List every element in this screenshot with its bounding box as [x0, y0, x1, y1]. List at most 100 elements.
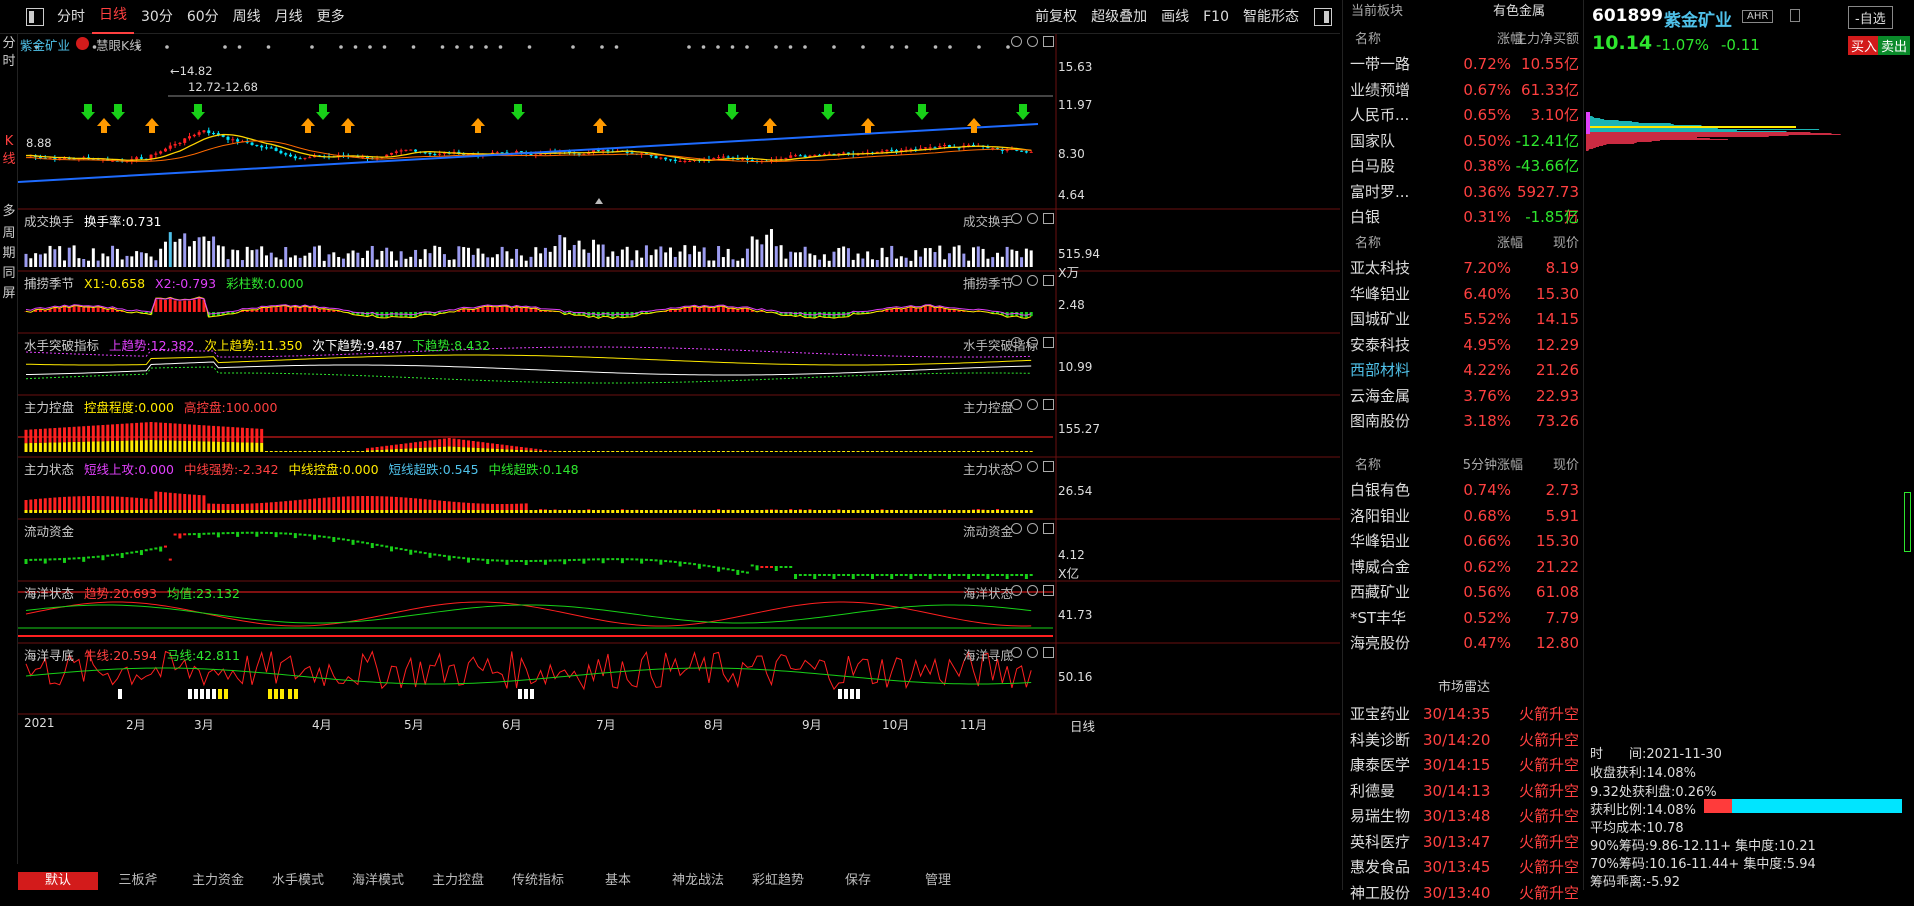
lock-icon[interactable] [1790, 9, 1800, 22]
bottom-tab-9[interactable]: 彩虹趋势 [738, 872, 818, 890]
left-nav-char-7[interactable]: 同 [0, 264, 18, 284]
toolbar-right-3[interactable]: F10 [1196, 0, 1236, 34]
fivemin-row-row[interactable]: 洛阳钼业0.68%5.91 [1343, 504, 1585, 529]
toolbar-right-2[interactable]: 画线 [1154, 0, 1196, 34]
radar-row-val2: 30/14:20 [1423, 728, 1513, 753]
fivemin-header: 名称5分钟涨幅现价 [1343, 454, 1585, 478]
sell-signal-icon [514, 104, 522, 112]
radar-row-row[interactable]: 科美诊断30/14:20火箭升空 [1343, 728, 1585, 753]
sidebar-toggle-icon[interactable] [26, 8, 44, 26]
left-nav-char-5[interactable]: 周 [0, 224, 18, 244]
bottom-tab-6[interactable]: 传统指标 [498, 872, 578, 890]
leader-row-row[interactable]: 华峰铝业6.40%15.30 [1343, 282, 1585, 307]
bottom-tab-8[interactable]: 神龙战法 [658, 872, 738, 890]
leader-row-row[interactable]: 西部材料4.22%21.26 [1343, 358, 1585, 383]
fivemin-row-name: 海亮股份 [1350, 631, 1410, 656]
period-tab-1[interactable]: 日线 [92, 0, 134, 34]
bottom-tab-11[interactable]: 管理 [898, 872, 978, 890]
chip-bar [1586, 133, 1832, 134]
fivemin-row-row[interactable]: 海亮股份0.47%12.80 [1343, 631, 1585, 656]
buy-signal-arrow [97, 118, 111, 126]
candle-body [438, 154, 441, 155]
radar-row-row[interactable]: 易瑞生物30/13:48火箭升空 [1343, 804, 1585, 829]
period-tab-6[interactable]: 更多 [310, 0, 352, 34]
sector-row-row[interactable]: 白马股0.38%-43.66亿 [1343, 154, 1585, 179]
leader-row-row[interactable]: 国城矿业5.52%14.15 [1343, 307, 1585, 332]
leader-row-name: 华峰铝业 [1350, 282, 1410, 307]
candle-body [688, 161, 691, 162]
leader-row-row[interactable]: 云海金属3.76%22.93 [1343, 384, 1585, 409]
sector-header-right[interactable]: 有色金属 [1493, 0, 1545, 24]
radar-row-row[interactable]: 康泰医学30/14:15火箭升空 [1343, 753, 1585, 778]
period-tab-0[interactable]: 分时 [50, 0, 92, 34]
scroll-handle[interactable] [1904, 492, 1911, 552]
radar-row-row[interactable]: 神工股份30/13:40火箭升空 [1343, 881, 1585, 906]
bottom-tab-2[interactable]: 主力资金 [178, 872, 258, 890]
buy-signal-arrow [301, 118, 315, 126]
sector-row-row[interactable]: 国家队0.50%-12.41亿 [1343, 129, 1585, 154]
radar-row-val2: 30/13:45 [1423, 855, 1513, 880]
fivemin-row-row[interactable]: 博威合金0.62%21.22 [1343, 555, 1585, 580]
sector-row-val2: 0.50% [1455, 129, 1511, 154]
sector-row-row[interactable]: 一带一路0.72%10.55亿 [1343, 52, 1585, 77]
candle-body [169, 146, 172, 149]
fivemin-row-row[interactable]: 白银有色0.74%2.73 [1343, 478, 1585, 503]
sell-button[interactable]: 卖出 [1878, 36, 1910, 55]
period-tab-4[interactable]: 周线 [226, 0, 268, 34]
toolbar-right-0[interactable]: 前复权 [1028, 0, 1084, 34]
radar-row-row[interactable]: 英科医疗30/13:47火箭升空 [1343, 830, 1585, 855]
candle-body [1020, 151, 1023, 152]
toolbar-right-1[interactable]: 超级叠加 [1084, 0, 1154, 34]
left-nav-char-0[interactable]: 分 [0, 34, 18, 54]
leader-row-row[interactable]: 亚太科技7.20%8.19 [1343, 256, 1585, 281]
candle-body [606, 150, 609, 151]
candle-body [284, 153, 287, 154]
change-amount: -0.11 [1721, 36, 1760, 54]
left-nav-char-8[interactable]: 屏 [0, 284, 18, 304]
ma-mid-line [26, 141, 1031, 162]
bottom-tab-10[interactable]: 保存 [818, 872, 898, 890]
add-watchlist-button[interactable]: -自选 [1848, 6, 1893, 29]
bottom-tab-5[interactable]: 主力控盘 [418, 872, 498, 890]
fivemin-row-row[interactable]: 华峰铝业0.66%15.30 [1343, 529, 1585, 554]
sector-row-row[interactable]: 白银0.31%-1.85亿 [1343, 205, 1585, 230]
left-nav-char-1[interactable]: 时 [0, 52, 18, 72]
chip-bar [1586, 138, 1710, 139]
chip-bar [1586, 134, 1841, 135]
sector-row-row[interactable]: 业绩预增0.67%61.33亿 [1343, 78, 1585, 103]
candle-body [154, 154, 157, 155]
bottom-tab-0[interactable]: 默认 [18, 872, 98, 890]
radar-row-row[interactable]: 亚宝药业30/14:35火箭升空 [1343, 702, 1585, 727]
left-nav-char-3[interactable]: 线 [0, 150, 18, 170]
period-tab-5[interactable]: 月线 [268, 0, 310, 34]
bottom-tab-1[interactable]: 三板斧 [98, 872, 178, 890]
sector-row-row[interactable]: 富时罗...0.36%5927.73万 [1343, 180, 1585, 205]
candle-body [804, 156, 807, 158]
buy-button[interactable]: 买入 [1848, 36, 1880, 55]
radar-row-row[interactable]: 利德曼30/14:13火箭升空 [1343, 779, 1585, 804]
fivemin-row-row[interactable]: 西藏矿业0.56%61.08 [1343, 580, 1585, 605]
layout-toggle-icon[interactable] [1314, 8, 1332, 26]
radar-row-val3: 火箭升空 [1503, 779, 1579, 804]
toolbar-right-4[interactable]: 智能形态 [1236, 0, 1306, 34]
fivemin-row-row[interactable]: *ST丰华0.52%7.79 [1343, 606, 1585, 631]
bottom-tab-7[interactable]: 基本 [578, 872, 658, 890]
period-tab-2[interactable]: 30分 [134, 0, 180, 34]
buy-signal-arrow [341, 118, 355, 126]
leader-row-row[interactable]: 图南股份3.18%73.26 [1343, 409, 1585, 434]
radar-row-row[interactable]: 惠发食品30/13:45火箭升空 [1343, 855, 1585, 880]
left-nav-char-4[interactable]: 多 [0, 202, 18, 222]
sector-row-row[interactable]: 人民币...0.65%3.10亿 [1343, 103, 1585, 128]
candle-body [501, 152, 504, 153]
bottom-tab-3[interactable]: 水手模式 [258, 872, 338, 890]
left-nav-char-6[interactable]: 期 [0, 244, 18, 264]
sector-row-val2: 0.36% [1455, 180, 1511, 205]
left-nav-char-2[interactable]: K [0, 132, 18, 152]
sell-signal-icon [1019, 104, 1027, 112]
chart-canvas[interactable] [18, 34, 1340, 868]
fivemin-row-val3: 5.91 [1513, 504, 1579, 529]
leader-row-row[interactable]: 安泰科技4.95%12.29 [1343, 333, 1585, 358]
bottom-tab-4[interactable]: 海洋模式 [338, 872, 418, 890]
ahr-badge[interactable]: AHR [1742, 10, 1773, 23]
period-tab-3[interactable]: 60分 [180, 0, 226, 34]
